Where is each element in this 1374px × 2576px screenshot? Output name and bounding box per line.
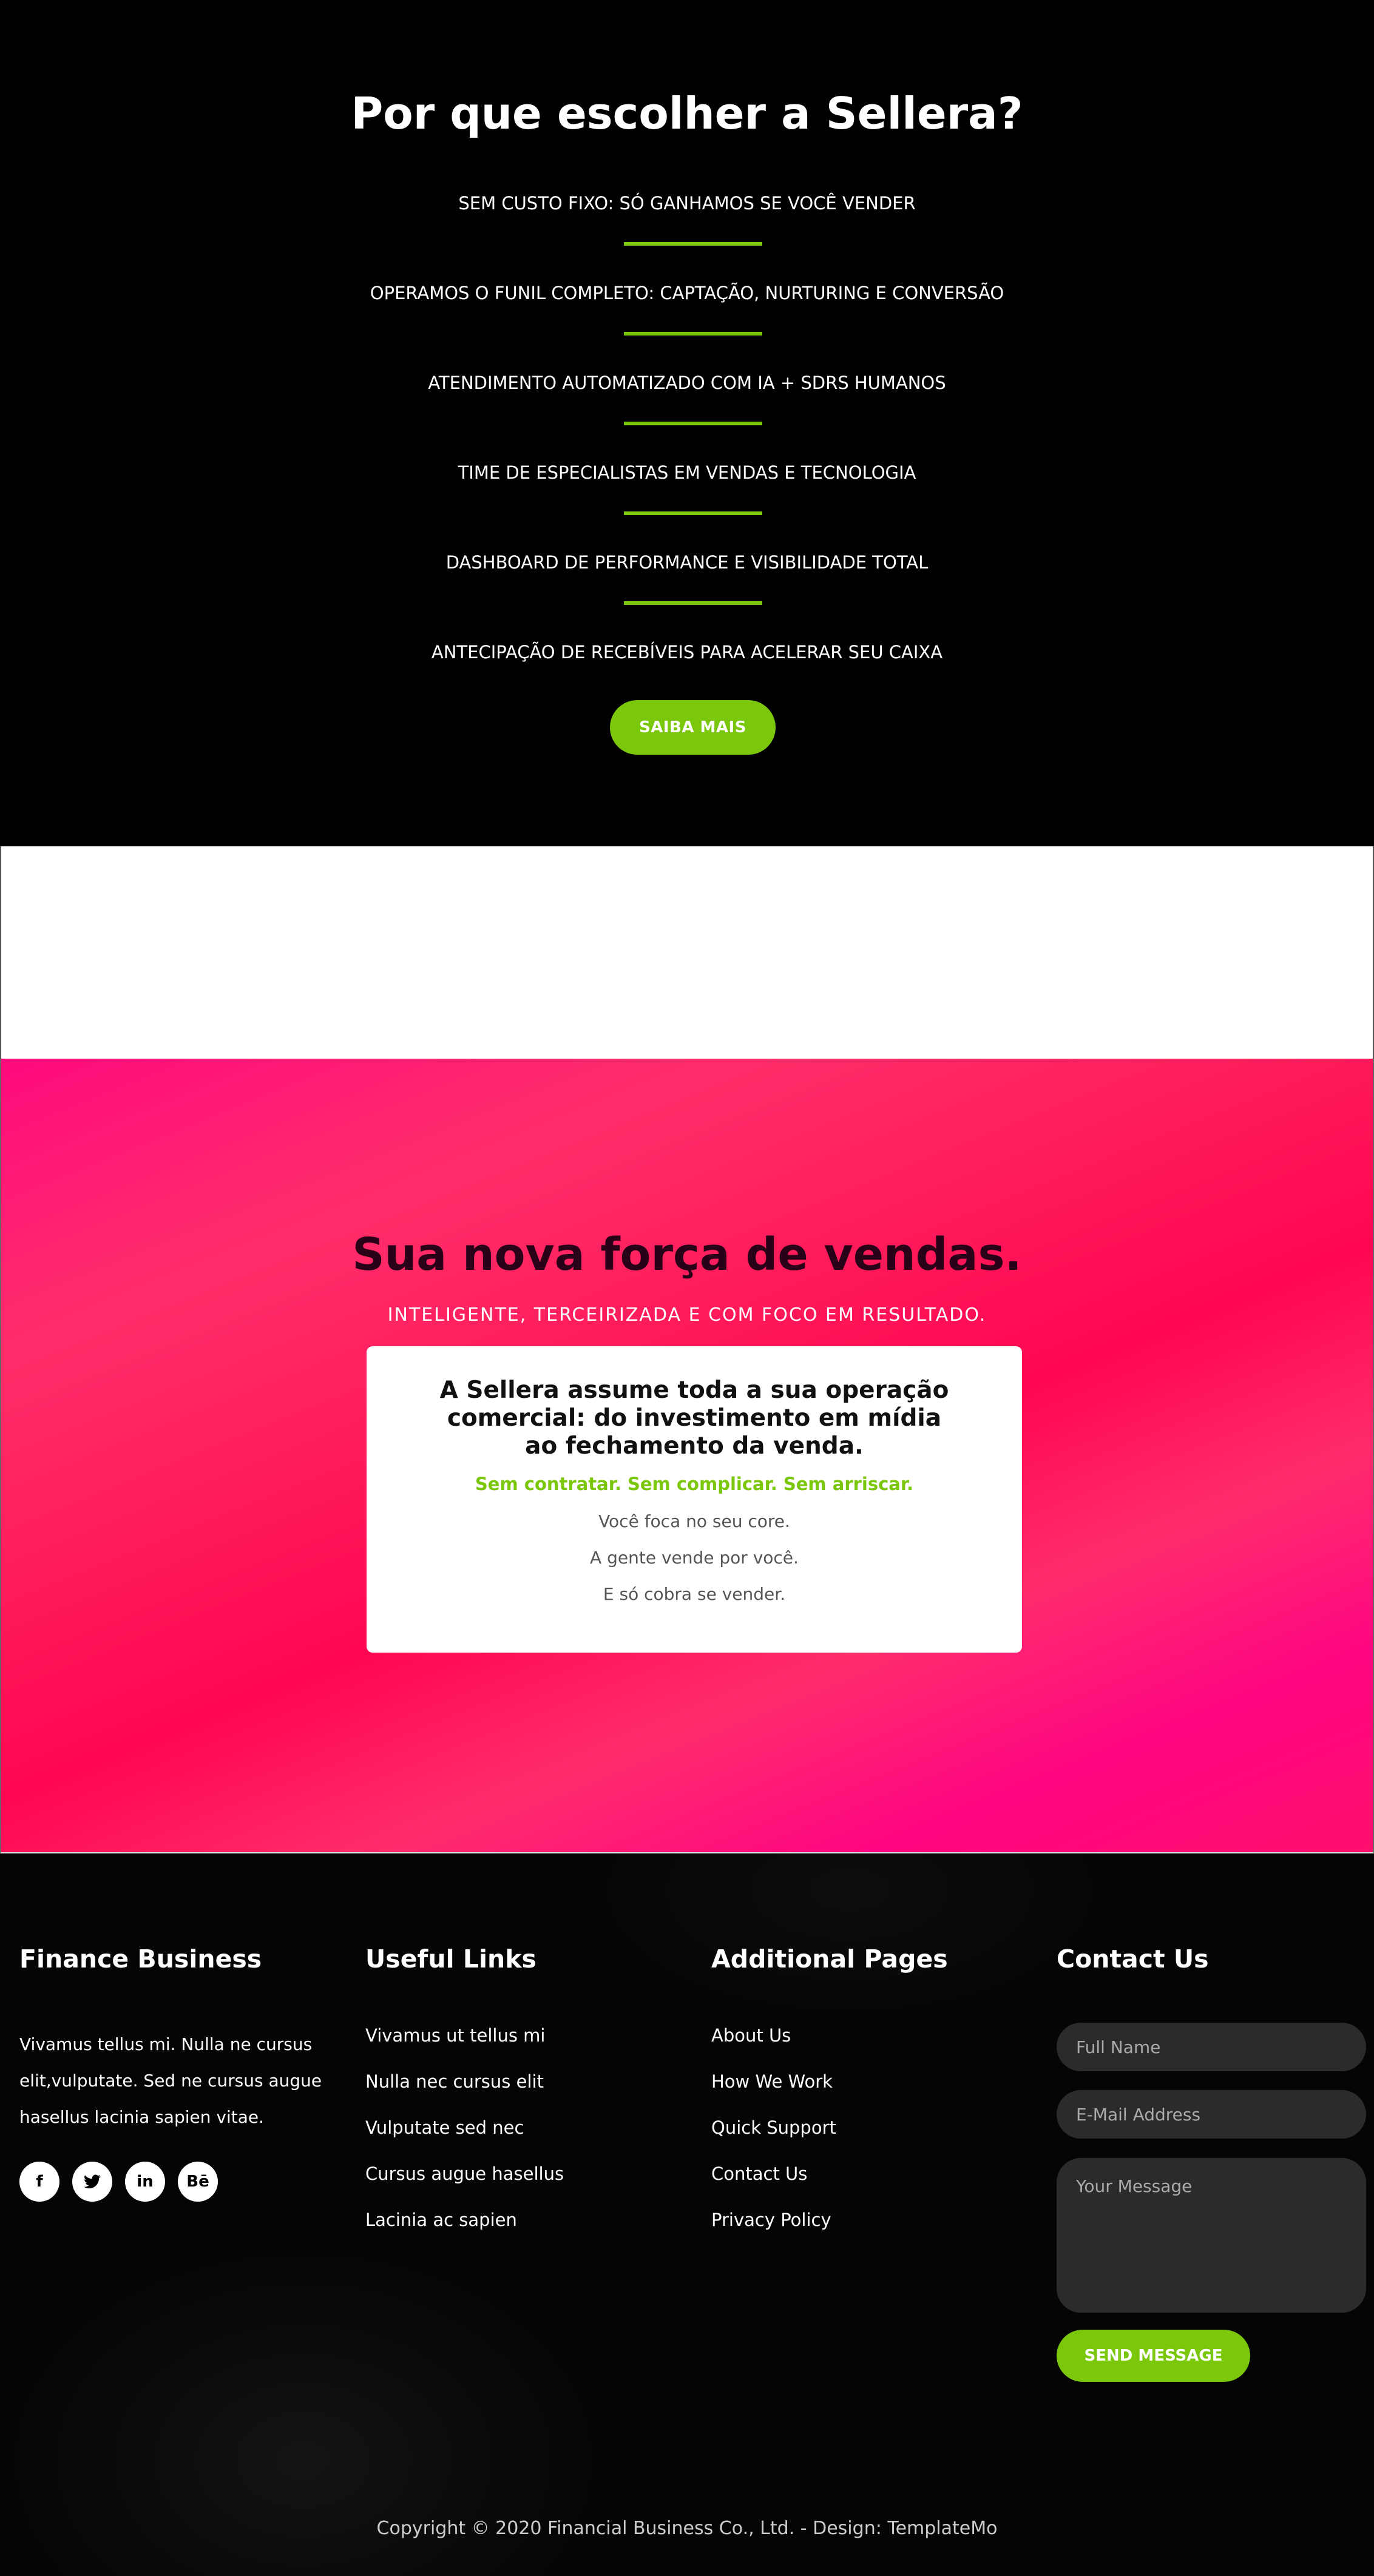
why-item-no-fixed-cost: SEM CUSTO FIXO: SÓ GANHAMOS SE VOCÊ VEND… <box>458 193 916 214</box>
why-section: Por que escolher a Sellera? SEM CUSTO FI… <box>0 0 1374 846</box>
why-item-ai-sdrs: ATENDIMENTO AUTOMATIZADO COM IA + SDRS H… <box>428 373 946 393</box>
twitter-bird-icon <box>84 2174 101 2189</box>
footer: Finance Business Vivamus tellus mi. Null… <box>0 1853 1374 2576</box>
why-item-specialists: TIME DE ESPECIALISTAS EM VENDAS E TECNOL… <box>458 462 916 483</box>
footer-link-how-we-work[interactable]: How We Work <box>711 2071 833 2092</box>
message-textarea[interactable]: Your Message <box>1057 2158 1366 2313</box>
facebook-icon[interactable]: f <box>19 2162 59 2202</box>
blank-section <box>0 846 1374 1059</box>
footer-about-title: Finance Business <box>19 1944 262 1974</box>
behance-icon[interactable]: Bē <box>178 2162 218 2202</box>
footer-link-quick-support[interactable]: Quick Support <box>711 2117 836 2138</box>
footer-link-about[interactable]: About Us <box>711 2025 791 2046</box>
card-line: E só cobra se vender. <box>603 1584 786 1604</box>
hero-section: Sua nova força de vendas. INTELIGENTE, T… <box>0 1059 1374 1853</box>
why-divider <box>624 511 762 515</box>
card-title: A Sellera assume toda a sua operação com… <box>439 1377 949 1460</box>
footer-link-contact[interactable]: Contact Us <box>711 2163 807 2184</box>
hero-subline: INTELIGENTE, TERCEIRIZADA E COM FOCO EM … <box>387 1304 987 1326</box>
linkedin-icon[interactable]: in <box>125 2162 165 2202</box>
footer-useful-title: Useful Links <box>365 1944 536 1974</box>
card-line: Você foca no seu core. <box>598 1511 790 1531</box>
why-divider <box>624 332 762 335</box>
footer-link-privacy[interactable]: Privacy Policy <box>711 2210 831 2230</box>
why-item-full-funnel: OPERAMOS O FUNIL COMPLETO: CAPTAÇÃO, NUR… <box>370 283 1004 303</box>
copyright: Copyright © 2020 Financial Business Co.,… <box>376 2518 998 2539</box>
footer-link[interactable]: Vulputate sed nec <box>365 2117 524 2138</box>
email-input[interactable]: E-Mail Address <box>1057 2090 1366 2139</box>
footer-link[interactable]: Cursus augue hasellus <box>365 2163 564 2184</box>
saiba-mais-button[interactable]: SAIBA MAIS <box>610 700 776 755</box>
hero-card: A Sellera assume toda a sua operação com… <box>367 1346 1022 1653</box>
footer-link[interactable]: Nulla nec cursus elit <box>365 2071 544 2092</box>
why-divider <box>624 601 762 605</box>
why-item-receivables: ANTECIPAÇÃO DE RECEBÍVEIS PARA ACELERAR … <box>431 642 943 663</box>
why-title: Por que escolher a Sellera? <box>351 88 1023 139</box>
why-divider <box>624 242 762 246</box>
footer-contact-title: Contact Us <box>1057 1944 1209 1974</box>
card-line: A gente vende por você. <box>590 1548 799 1568</box>
footer-link[interactable]: Vivamus ut tellus mi <box>365 2025 545 2046</box>
footer-link[interactable]: Lacinia ac sapien <box>365 2210 517 2230</box>
twitter-icon[interactable] <box>72 2162 112 2202</box>
why-item-dashboard: DASHBOARD DE PERFORMANCE E VISIBILIDADE … <box>445 552 929 573</box>
full-name-input[interactable]: Full Name <box>1057 2023 1366 2071</box>
why-divider <box>624 422 762 425</box>
card-accent: Sem contratar. Sem complicar. Sem arrisc… <box>475 1474 914 1494</box>
hero-headline: Sua nova força de vendas. <box>352 1229 1022 1281</box>
send-message-button[interactable]: SEND MESSAGE <box>1057 2330 1250 2382</box>
footer-about-text: Vivamus tellus mi. Nulla ne cursus elit,… <box>19 2034 322 2127</box>
footer-pages-title: Additional Pages <box>711 1944 948 1974</box>
